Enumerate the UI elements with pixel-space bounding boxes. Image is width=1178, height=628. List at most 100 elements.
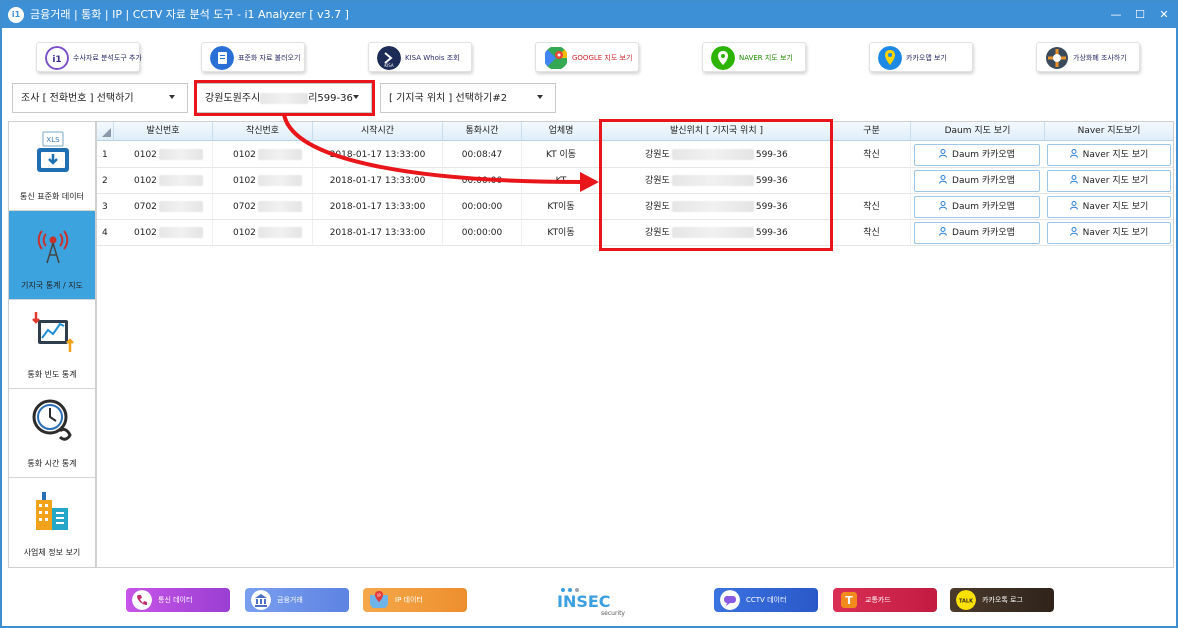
- nav-item-telecom-data[interactable]: XLS 통신 표준화 데이터: [9, 122, 95, 211]
- add-analysis-tool-button[interactable]: i1 수사자료 분석도구 추가: [36, 42, 142, 72]
- nav-label: 통화 시간 통계: [27, 459, 77, 468]
- ip-map-icon: IP: [370, 591, 388, 608]
- toolbar-label: 표준화 자료 불러오기: [238, 54, 301, 62]
- column-header-callee[interactable]: 착신번호: [213, 122, 313, 141]
- cctv-chat-icon: [720, 590, 740, 610]
- bottom-label: IP 데이터: [395, 596, 423, 604]
- naver-map-button[interactable]: Naver 지도 보기: [1047, 222, 1171, 244]
- call-type: [833, 168, 911, 194]
- chevron-down-icon: [169, 95, 175, 99]
- caller-number: 0102: [114, 168, 213, 194]
- svg-text:INSEC: INSEC: [557, 592, 611, 611]
- bottom-label: 카카오톡 로그: [982, 596, 1023, 604]
- side-navigation: XLS 통신 표준화 데이터 기지국 통계 / 지도 통화 빈도 통계 통화 시…: [8, 121, 96, 568]
- google-map-button[interactable]: GOOGLE 지도 보기: [535, 42, 639, 72]
- transit-card-button[interactable]: T 교통카드: [833, 588, 937, 612]
- insec-logo: INSEC security: [557, 588, 625, 617]
- business-building-icon: [36, 492, 68, 530]
- select-all-icon: [102, 128, 111, 137]
- column-header-duration[interactable]: 통화시간: [443, 122, 522, 141]
- call-type: 착신: [833, 142, 911, 168]
- nav-item-call-time[interactable]: 통화 시간 통계: [9, 389, 95, 478]
- kakaotalk-icon: TALK: [956, 590, 976, 610]
- chevron-down-icon: [537, 95, 543, 99]
- cctv-data-button[interactable]: CCTV 데이터: [714, 588, 818, 612]
- kisa-whois-button[interactable]: KISA KISA Whois 조회: [368, 42, 472, 72]
- call-duration: 00:00:00: [443, 194, 522, 220]
- kakaotalk-log-button[interactable]: TALK 카카오톡 로그: [950, 588, 1054, 612]
- svg-text:IP: IP: [377, 593, 381, 598]
- row-number: 2: [102, 176, 108, 186]
- redacted-text: [257, 149, 302, 160]
- callee-number: 0102: [213, 168, 313, 194]
- redacted-text: [257, 201, 302, 212]
- crypto-investigation-button[interactable]: 가상화폐 조사하기: [1036, 42, 1140, 72]
- column-header-caller[interactable]: 발신번호: [114, 122, 213, 141]
- person-icon: [939, 149, 948, 158]
- naver-map-button[interactable]: NAVER 지도 보기: [702, 42, 806, 72]
- column-header-carrier[interactable]: 업체명: [522, 122, 601, 141]
- column-header-start-time[interactable]: 시작시간: [313, 122, 443, 141]
- kakao-map-icon: [878, 46, 902, 70]
- callee-number: 0102: [213, 142, 313, 168]
- nav-item-call-frequency[interactable]: 통화 빈도 통계: [9, 300, 95, 389]
- daum-map-button[interactable]: Daum 카카오맵: [914, 170, 1040, 192]
- kakao-map-button[interactable]: 카카오맵 보기: [869, 42, 973, 72]
- callee-number: 0702: [213, 194, 313, 220]
- bottom-label: 통신 데이터: [158, 596, 193, 604]
- nav-label: 사업체 정보 보기: [23, 548, 81, 557]
- naver-map-button[interactable]: Naver 지도 보기: [1047, 144, 1171, 166]
- column-header-naver-map[interactable]: Naver 지도보기: [1045, 122, 1173, 141]
- financial-data-button[interactable]: 금융거래: [245, 588, 349, 612]
- phone-data-icon: [132, 590, 152, 610]
- redacted-text: [158, 149, 203, 160]
- google-maps-icon: [545, 47, 567, 69]
- investigation-phone-select[interactable]: 조사 [ 전화번호 ] 선택하기: [12, 83, 188, 113]
- daum-map-button[interactable]: Daum 카카오맵: [914, 144, 1040, 166]
- maximize-button[interactable]: ☐: [1130, 6, 1150, 24]
- svg-text:T: T: [845, 594, 853, 607]
- call-frequency-chart-icon: [32, 312, 74, 352]
- window-title: 금융거래 | 통화 | IP | CCTV 자료 분석 도구 - i1 Anal…: [30, 8, 349, 21]
- row-selector-header[interactable]: [97, 122, 114, 141]
- naver-map-button[interactable]: Naver 지도 보기: [1047, 170, 1171, 192]
- close-button[interactable]: ✕: [1154, 6, 1174, 24]
- redacted-text: [158, 175, 203, 186]
- carrier-name: KT 이동: [522, 142, 601, 168]
- bottom-label: CCTV 데이터: [746, 596, 787, 604]
- start-time: 2018-01-17 13:33:00: [313, 194, 443, 220]
- person-icon: [939, 227, 948, 236]
- telecom-data-button[interactable]: 통신 데이터: [126, 588, 230, 612]
- svg-text:security: security: [601, 610, 625, 617]
- column-header-daum-map[interactable]: Daum 지도 보기: [911, 122, 1045, 141]
- minimize-button[interactable]: —: [1106, 6, 1126, 24]
- svg-text:i1: i1: [52, 55, 61, 65]
- daum-map-button[interactable]: Daum 카카오맵: [914, 222, 1040, 244]
- caller-number: 0102: [114, 220, 213, 246]
- naver-map-button[interactable]: Naver 지도 보기: [1047, 196, 1171, 218]
- call-time-clock-icon: [32, 399, 72, 441]
- start-time: 2018-01-17 13:33:00: [313, 220, 443, 246]
- kisa-icon: KISA: [377, 46, 401, 70]
- crypto-icon: [1046, 47, 1068, 69]
- carrier-name: KT: [522, 168, 601, 194]
- callee-number: 0102: [213, 220, 313, 246]
- base-station-select[interactable]: [ 기지국 위치 ] 선택하기#2: [380, 83, 556, 113]
- start-time: 2018-01-17 13:33:00: [313, 168, 443, 194]
- redacted-text: [158, 201, 203, 212]
- nav-item-business-info[interactable]: 사업체 정보 보기: [9, 478, 95, 567]
- toolbar-label: GOOGLE 지도 보기: [572, 54, 633, 62]
- daum-map-button[interactable]: Daum 카카오맵: [914, 196, 1040, 218]
- location-highlight-box: [599, 119, 833, 251]
- nav-item-base-station[interactable]: 기지국 통계 / 지도: [9, 211, 95, 300]
- call-duration: 00:00:00: [443, 168, 522, 194]
- toolbar-label: 수사자료 분석도구 추가: [73, 54, 142, 62]
- ip-data-button[interactable]: IP IP 데이터: [363, 588, 467, 612]
- redacted-text: [158, 227, 203, 238]
- row-number: 3: [102, 202, 108, 212]
- load-standard-data-button[interactable]: 표준화 자료 불러오기: [201, 42, 305, 72]
- column-header-type[interactable]: 구분: [833, 122, 911, 141]
- row-number: 4: [102, 228, 108, 238]
- person-icon: [939, 201, 948, 210]
- row-number: 1: [102, 150, 108, 160]
